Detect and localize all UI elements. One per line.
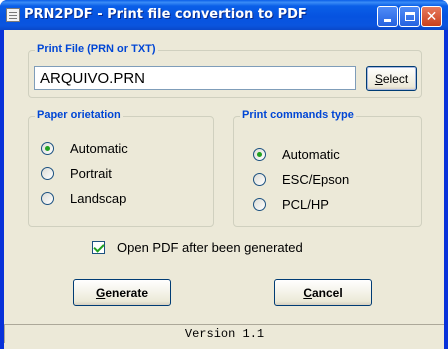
orientation-portrait-option[interactable]: Portrait <box>41 166 112 181</box>
paper-orientation-group: Paper orietation Automatic Portrait Land… <box>28 109 214 227</box>
select-button[interactable]: Select <box>366 66 417 91</box>
orientation-automatic-option[interactable]: Automatic <box>41 141 128 156</box>
minimize-button[interactable] <box>377 6 398 27</box>
close-icon: ✕ <box>425 8 438 25</box>
commands-pclhp-radio[interactable] <box>253 198 266 211</box>
app-window: PRN2PDF - Print file convertion to PDF ✕… <box>0 0 448 349</box>
commands-escepson-radio[interactable] <box>253 173 266 186</box>
print-commands-group: Print commands type Automatic ESC/Epson … <box>233 109 422 227</box>
orientation-automatic-radio[interactable] <box>41 142 54 155</box>
orientation-landscape-radio[interactable] <box>41 192 54 205</box>
maximize-icon <box>404 12 415 21</box>
orientation-portrait-label: Portrait <box>70 166 112 181</box>
print-file-group: Print File (PRN or TXT) Select <box>28 43 422 98</box>
open-pdf-checkbox[interactable] <box>92 241 105 254</box>
commands-pclhp-label: PCL/HP <box>282 197 329 212</box>
orientation-landscape-option[interactable]: Landscap <box>41 191 126 206</box>
orientation-portrait-radio[interactable] <box>41 167 54 180</box>
version-text: Version 1.1 <box>184 327 265 341</box>
commands-escepson-label: ESC/Epson <box>282 172 350 187</box>
commands-pclhp-option[interactable]: PCL/HP <box>253 197 329 212</box>
commands-automatic-radio[interactable] <box>253 148 266 161</box>
commands-escepson-option[interactable]: ESC/Epson <box>253 172 349 187</box>
open-pdf-option[interactable]: Open PDF after been generated <box>92 240 303 255</box>
window-bottom-edge <box>4 343 444 349</box>
status-bar: Version 1.1 <box>4 324 444 343</box>
cancel-button[interactable]: Cancel <box>274 279 372 306</box>
commands-automatic-option[interactable]: Automatic <box>253 147 340 162</box>
print-commands-legend: Print commands type <box>240 109 356 121</box>
orientation-automatic-label: Automatic <box>70 141 128 156</box>
print-file-legend: Print File (PRN or TXT) <box>35 43 158 55</box>
maximize-button[interactable] <box>399 6 420 27</box>
commands-automatic-label: Automatic <box>282 147 340 162</box>
orientation-landscape-label: Landscap <box>70 191 127 206</box>
title-bar[interactable]: PRN2PDF - Print file convertion to PDF ✕ <box>0 0 448 30</box>
dialog-body: Print File (PRN or TXT) Select Paper ori… <box>4 30 444 349</box>
close-button[interactable]: ✕ <box>421 6 442 27</box>
window-title: PRN2PDF - Print file convertion to PDF <box>24 7 307 22</box>
open-pdf-label: Open PDF after been generated <box>117 240 303 255</box>
app-icon[interactable] <box>6 8 20 22</box>
generate-button[interactable]: Generate <box>73 279 171 306</box>
print-file-input[interactable] <box>34 66 356 90</box>
minimize-icon <box>384 19 391 22</box>
paper-orientation-legend: Paper orietation <box>35 109 123 121</box>
